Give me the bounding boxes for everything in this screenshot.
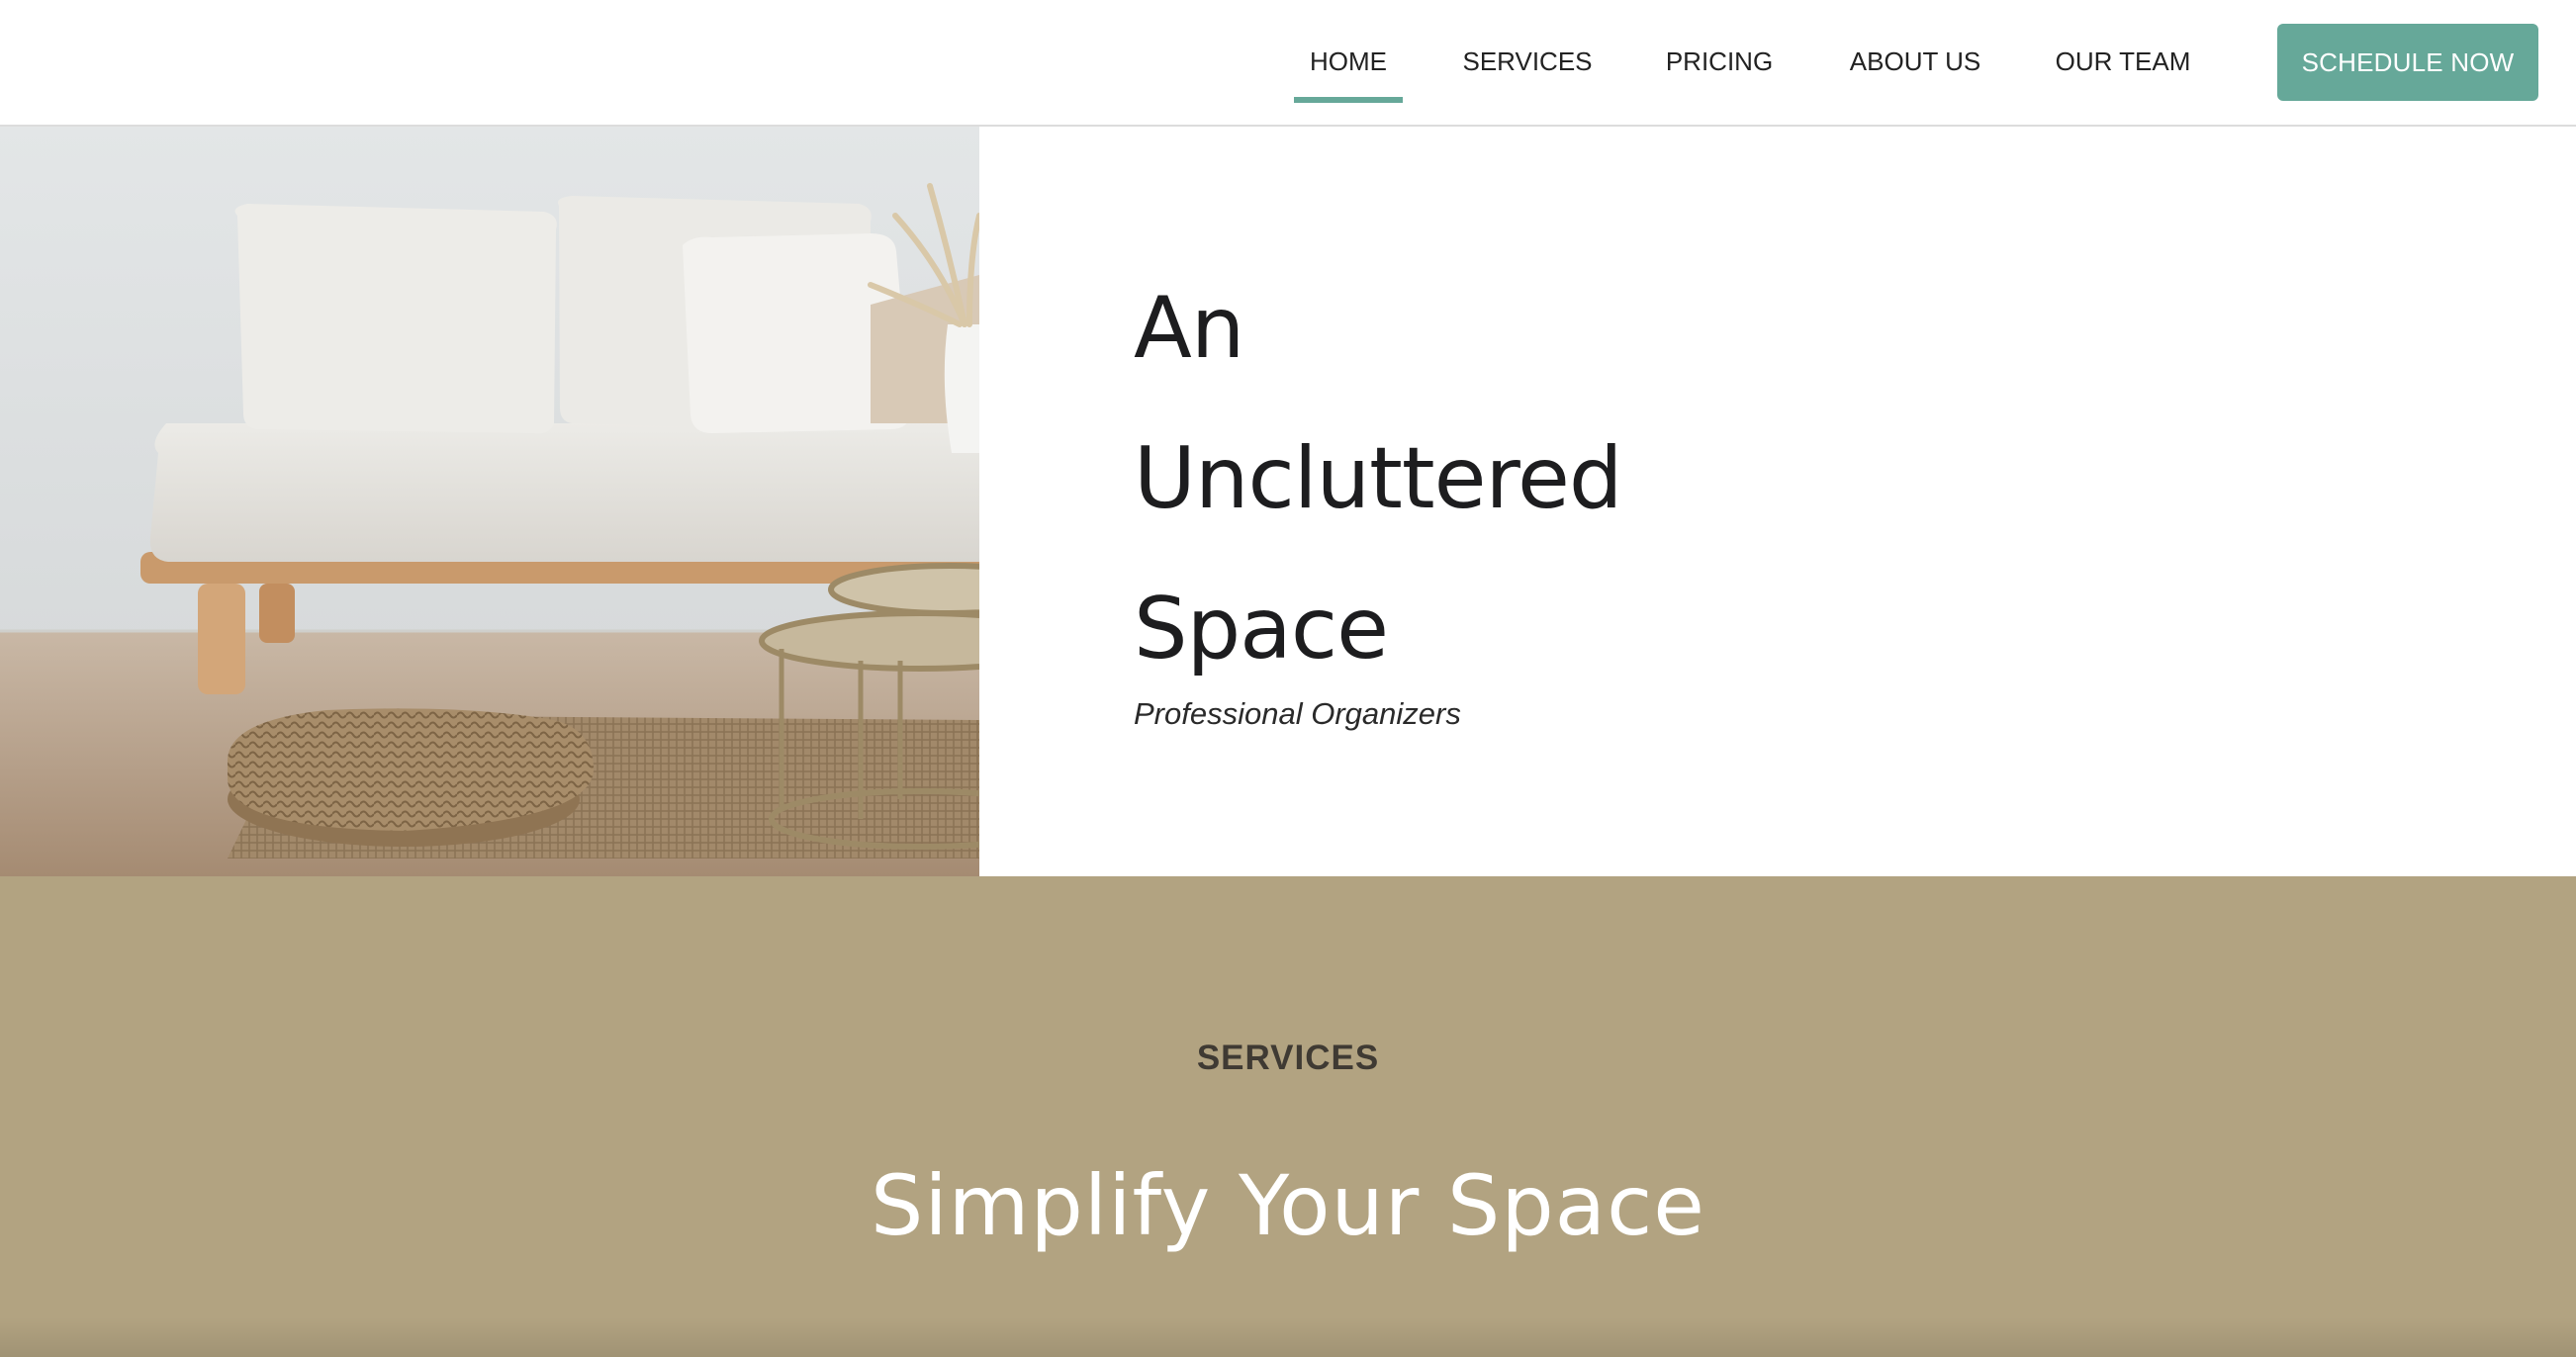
site-header: HOME SERVICES PRICING ABOUT US OUR TEAM … [0,0,2576,127]
hero-title-line: Uncluttered [1134,428,1622,528]
nav-item-label: HOME [1310,46,1387,76]
services-eyebrow: SERVICES [1196,1039,1380,1077]
services-heading: Simplify Your Space [871,1157,1705,1254]
nav-item-label: OUR TEAM [2055,46,2191,76]
hero-title: An Uncluttered Space [1134,253,1622,704]
nav-item-about-us[interactable]: ABOUT US [1842,40,1988,105]
nav-item-label: SERVICES [1462,46,1593,76]
nav-item-label: PRICING [1665,46,1774,76]
main-nav: HOME SERVICES PRICING ABOUT US OUR TEAM [0,0,2576,125]
nav-item-label: ABOUT US [1849,46,1981,76]
nav-item-services[interactable]: SERVICES [1460,40,1595,105]
hero-title-line: An [1134,278,1244,378]
nav-item-home[interactable]: HOME [1294,40,1403,105]
nav-item-pricing[interactable]: PRICING [1656,40,1783,105]
services-section: SERVICES Simplify Your Space [0,876,2576,1357]
hero-title-line: Space [1134,579,1389,678]
hero-subtitle: Professional Organizers [1134,696,1461,731]
schedule-now-button[interactable]: SCHEDULE NOW [2277,24,2538,101]
living-room-photo [0,127,979,876]
hero-section: An Uncluttered Space Professional Organi… [0,127,2576,876]
nav-item-our-team[interactable]: OUR TEAM [2050,40,2196,105]
